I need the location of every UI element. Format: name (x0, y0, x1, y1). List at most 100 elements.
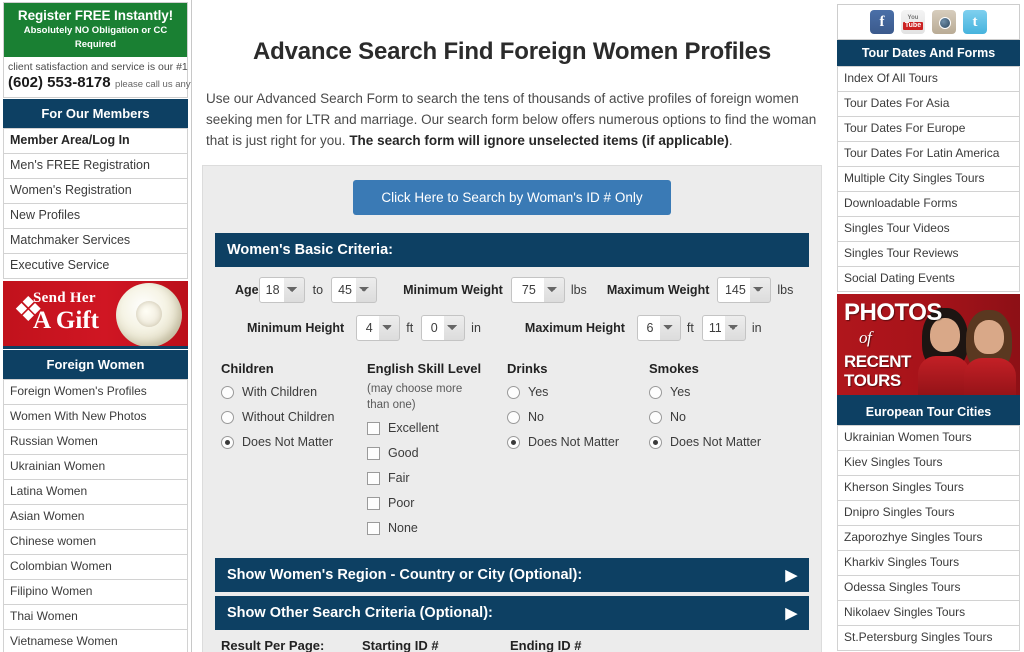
send-her-a-gift-banner[interactable]: ❖ Send Her A Gift (3, 281, 188, 349)
min-height-inches-select[interactable]: 0 (421, 315, 466, 341)
region-section-toggle[interactable]: Show Women's Region - Country or City (O… (215, 558, 809, 592)
drinks-radio-2[interactable] (507, 435, 520, 449)
drinks-option-1[interactable]: No (507, 410, 649, 424)
english-skill-checkbox-1[interactable] (367, 446, 380, 460)
sidebar-item-womens-registration[interactable]: Women's Registration (3, 179, 188, 204)
sidebar-item-city-8[interactable]: St.Petersburg Singles Tours (837, 626, 1020, 651)
photos-of-recent-tours-banner[interactable]: PHOTOS of RECENT TOURS (837, 294, 1020, 399)
sidebar-item-tour-3[interactable]: Tour Dates For Latin America (837, 142, 1020, 167)
children-radio-1[interactable] (221, 410, 234, 424)
smokes-label-2: Does Not Matter (670, 435, 762, 449)
children-option-0[interactable]: With Children (221, 385, 367, 399)
youtube-icon[interactable]: You Tube (901, 10, 925, 34)
min-weight-select[interactable]: 75 (510, 277, 565, 303)
chevron-right-icon: ▶ (785, 566, 797, 584)
phone-number[interactable]: (602) 553-8178 (8, 74, 111, 91)
english-skill-label-0: Excellent (388, 421, 439, 435)
sidebar-item-foreign-women-3[interactable]: Ukrainian Women (3, 455, 188, 480)
english-skill-option-2[interactable]: Fair (367, 471, 507, 485)
sidebar-item-foreign-women-10[interactable]: Vietnamese Women (3, 630, 188, 652)
english-skill-checkbox-2[interactable] (367, 471, 380, 485)
smokes-radio-0[interactable] (649, 385, 662, 399)
sidebar-item-tour-4[interactable]: Multiple City Singles Tours (837, 167, 1020, 192)
members-section-heading: For Our Members (3, 99, 188, 128)
sidebar-item-city-5[interactable]: Kharkiv Singles Tours (837, 551, 1020, 576)
sidebar-item-mens-registration[interactable]: Men's FREE Registration (3, 154, 188, 179)
max-weight-select[interactable]: 145 (717, 277, 772, 303)
english-skill-option-3[interactable]: Poor (367, 496, 507, 510)
smokes-radio-1[interactable] (649, 410, 662, 424)
smokes-group: Smokes Yes No Does Not Matter (649, 361, 799, 546)
facebook-icon[interactable]: f (870, 10, 894, 34)
chevron-right-icon: ▶ (785, 604, 797, 622)
starting-id-label: Starting ID # (362, 638, 439, 652)
sidebar-item-city-4[interactable]: Zaporozhye Singles Tours (837, 526, 1020, 551)
other-criteria-toggle[interactable]: Show Other Search Criteria (Optional): ▶ (215, 596, 809, 630)
smokes-option-2[interactable]: Does Not Matter (649, 435, 799, 449)
sidebar-item-foreign-women-6[interactable]: Chinese women (3, 530, 188, 555)
sidebar-item-foreign-women-2[interactable]: Russian Women (3, 430, 188, 455)
sidebar-item-foreign-women-5[interactable]: Asian Women (3, 505, 188, 530)
max-height-inches-select[interactable]: 11 (701, 315, 746, 341)
drinks-label-1: No (528, 410, 544, 424)
children-option-1[interactable]: Without Children (221, 410, 367, 424)
drinks-radio-1[interactable] (507, 410, 520, 424)
children-option-2[interactable]: Does Not Matter (221, 435, 367, 449)
sidebar-item-foreign-women-9[interactable]: Thai Women (3, 605, 188, 630)
sidebar-item-foreign-women-8[interactable]: Filipino Women (3, 580, 188, 605)
english-skill-checkbox-3[interactable] (367, 496, 380, 510)
sidebar-item-member-area[interactable]: Member Area/Log In (3, 128, 188, 154)
children-label-2: Does Not Matter (242, 435, 334, 449)
sidebar-item-foreign-women-7[interactable]: Colombian Women (3, 555, 188, 580)
max-weight-unit: lbs (777, 283, 794, 297)
min-height-feet-select[interactable]: 4 (356, 315, 401, 341)
smokes-option-0[interactable]: Yes (649, 385, 799, 399)
sidebar-item-tour-2[interactable]: Tour Dates For Europe (837, 117, 1020, 142)
min-weight-label: Minimum Weight (403, 283, 503, 297)
english-skill-option-0[interactable]: Excellent (367, 421, 507, 435)
smokes-radio-2[interactable] (649, 435, 662, 449)
register-free-promo[interactable]: Register FREE Instantly! Absolutely NO O… (3, 2, 188, 57)
smokes-option-1[interactable]: No (649, 410, 799, 424)
sidebar-item-city-3[interactable]: Dnipro Singles Tours (837, 501, 1020, 526)
children-radio-0[interactable] (221, 385, 234, 399)
sidebar-item-tour-1[interactable]: Tour Dates For Asia (837, 92, 1020, 117)
english-hint: (may choose more than one) (367, 383, 463, 411)
preference-options: Children With Children Without Children Do… (215, 357, 809, 558)
sidebar-item-city-7[interactable]: Nikolaev Singles Tours (837, 601, 1020, 626)
sidebar-item-city-1[interactable]: Kiev Singles Tours (837, 451, 1020, 476)
sidebar-item-foreign-women-1[interactable]: Women With New Photos (3, 405, 188, 430)
twitter-icon[interactable]: t (963, 10, 987, 34)
results-and-id-range: Result Per Page: 24 Starting ID # Ending… (215, 630, 809, 652)
photos-banner-line2: of (859, 328, 872, 347)
sidebar-item-new-profiles[interactable]: New Profiles (3, 204, 188, 229)
children-radio-2[interactable] (221, 435, 234, 449)
english-skill-checkbox-4[interactable] (367, 521, 380, 535)
sidebar-item-foreign-women-0[interactable]: Foreign Women's Profiles (3, 379, 188, 405)
sidebar-item-tour-8[interactable]: Social Dating Events (837, 267, 1020, 292)
sidebar-item-matchmaker-services[interactable]: Matchmaker Services (3, 229, 188, 254)
english-skill-option-4[interactable]: None (367, 521, 507, 535)
sidebar-item-city-6[interactable]: Odessa Singles Tours (837, 576, 1020, 601)
sidebar-item-city-2[interactable]: Kherson Singles Tours (837, 476, 1020, 501)
max-weight-label: Maximum Weight (606, 283, 710, 297)
sidebar-item-foreign-women-4[interactable]: Latina Women (3, 480, 188, 505)
english-skill-option-1[interactable]: Good (367, 446, 507, 460)
search-by-id-button[interactable]: Click Here to Search by Woman's ID # Onl… (353, 180, 671, 215)
drinks-radio-0[interactable] (507, 385, 520, 399)
main-content: Advance Search Find Foreign Women Profil… (192, 0, 832, 652)
sidebar-item-executive-service[interactable]: Executive Service (3, 254, 188, 279)
max-height-feet-select[interactable]: 6 (636, 315, 681, 341)
drinks-option-2[interactable]: Does Not Matter (507, 435, 649, 449)
english-skill-checkbox-0[interactable] (367, 421, 380, 435)
instagram-icon[interactable] (932, 10, 956, 34)
white-rose-image (116, 283, 182, 346)
sidebar-item-tour-6[interactable]: Singles Tour Videos (837, 217, 1020, 242)
sidebar-item-tour-7[interactable]: Singles Tour Reviews (837, 242, 1020, 267)
drinks-option-0[interactable]: Yes (507, 385, 649, 399)
age-max-select[interactable]: 45 (331, 277, 378, 303)
sidebar-item-city-0[interactable]: Ukrainian Women Tours (837, 425, 1020, 451)
age-min-select[interactable]: 18 (258, 277, 305, 303)
sidebar-item-tour-0[interactable]: Index Of All Tours (837, 66, 1020, 92)
sidebar-item-tour-5[interactable]: Downloadable Forms (837, 192, 1020, 217)
